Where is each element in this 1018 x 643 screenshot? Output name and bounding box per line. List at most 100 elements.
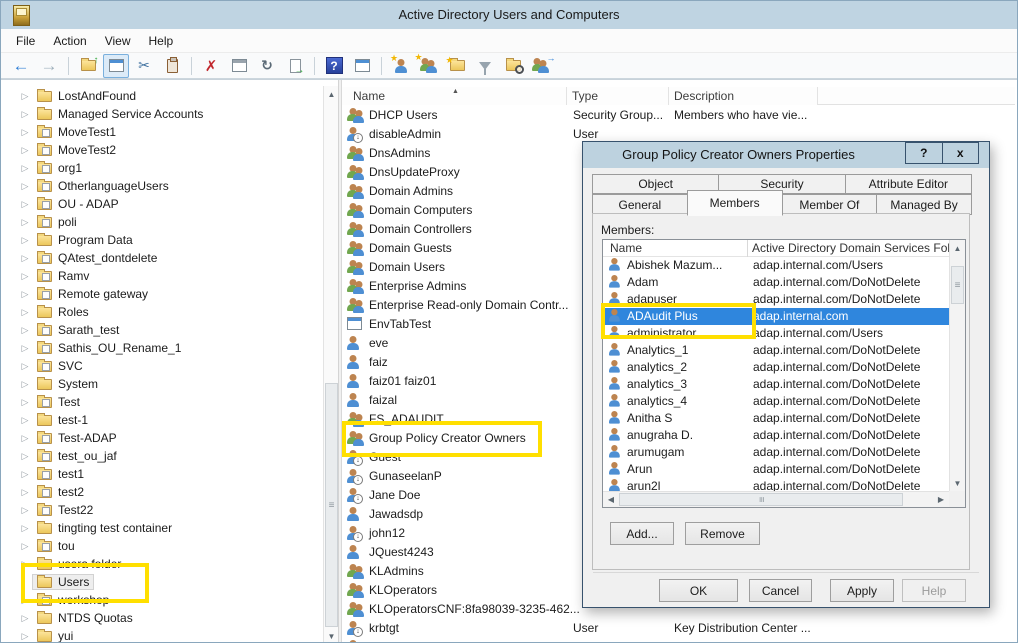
tree-item-test-1[interactable]: ▷test-1 (3, 411, 321, 429)
expander-icon[interactable]: ▷ (18, 631, 32, 642)
up-one-level-icon[interactable]: ↑ (75, 54, 101, 78)
expander-icon[interactable]: ▷ (18, 469, 32, 480)
tree-item-org1[interactable]: ▷org1 (3, 159, 321, 177)
tree-item-otherlanguageusers[interactable]: ▷OtherlanguageUsers (3, 177, 321, 195)
members-vertical-scrollbar[interactable]: ▲ ≡ ▼ (949, 240, 965, 491)
expander-icon[interactable]: ▷ (18, 181, 32, 192)
tree-item-usera-folder[interactable]: ▷usera folder (3, 555, 321, 573)
tab-member-of[interactable]: Member Of (782, 194, 878, 215)
cancel-button[interactable]: Cancel (749, 579, 812, 602)
expander-icon[interactable]: ▷ (18, 325, 32, 336)
tree-item-test2[interactable]: ▷test2 (3, 483, 321, 501)
member-row-analytics-1[interactable]: Analytics_1adap.internal.com/DoNotDelete (603, 342, 949, 359)
expander-icon[interactable]: ▷ (18, 397, 32, 408)
filter-icon[interactable] (472, 54, 498, 78)
tab-attribute-editor[interactable]: Attribute Editor (845, 174, 972, 194)
scrollbar-thumb[interactable]: ≡ (325, 383, 338, 627)
member-row-adaudit-plus[interactable]: ADAudit Plusadap.internal.com (603, 308, 949, 325)
new-user-icon[interactable]: ★ (388, 54, 414, 78)
tree-item-test[interactable]: ▷Test (3, 393, 321, 411)
expander-icon[interactable]: ▷ (18, 487, 32, 498)
scroll-down-icon[interactable]: ▼ (950, 475, 965, 491)
refresh-icon[interactable]: ↻ (254, 54, 280, 78)
tree-item-managed-service-accounts[interactable]: ▷Managed Service Accounts (3, 105, 321, 123)
forward-icon[interactable]: → (36, 54, 62, 78)
column-header-description[interactable]: Description (669, 87, 818, 105)
member-row-analytics-4[interactable]: analytics_4adap.internal.com/DoNotDelete (603, 393, 949, 410)
new-group-icon[interactable]: ★ (416, 54, 442, 78)
expander-icon[interactable]: ▷ (18, 217, 32, 228)
expander-icon[interactable]: ▷ (18, 109, 32, 120)
member-row-arun[interactable]: Arunadap.internal.com/DoNotDelete (603, 461, 949, 478)
expander-icon[interactable]: ▷ (18, 613, 32, 624)
member-row-adam[interactable]: Adamadap.internal.com/DoNotDelete (603, 274, 949, 291)
help-icon[interactable]: ? (321, 54, 347, 78)
expander-icon[interactable]: ▷ (18, 505, 32, 516)
tree-item-qatest-dontdelete[interactable]: ▷QAtest_dontdelete (3, 249, 321, 267)
expander-icon[interactable]: ▷ (18, 145, 32, 156)
tree-item-sathis-ou-rename-1[interactable]: ▷Sathis_OU_Rename_1 (3, 339, 321, 357)
ok-button[interactable]: OK (659, 579, 738, 602)
tree-item-movetest1[interactable]: ▷MoveTest1 (3, 123, 321, 141)
new-ou-icon[interactable]: ★ (444, 54, 470, 78)
member-row-arumugam[interactable]: arumugamadap.internal.com/DoNotDelete (603, 444, 949, 461)
member-row-analytics-3[interactable]: analytics_3adap.internal.com/DoNotDelete (603, 376, 949, 393)
tree-item-yui[interactable]: ▷yui (3, 627, 321, 642)
tree-item-tingting-test-container[interactable]: ▷tingting test container (3, 519, 321, 537)
member-row-administrator[interactable]: administratoradap.internal.com/Users (603, 325, 949, 342)
member-row-arun2l[interactable]: arun2ladap.internal.com/DoNotDelete (603, 478, 949, 491)
expander-icon[interactable]: ▷ (18, 343, 32, 354)
members-column-folder[interactable]: Active Directory Domain Services Folder (748, 240, 949, 257)
tree-item-system[interactable]: ▷System (3, 375, 321, 393)
apply-button[interactable]: Apply (830, 579, 894, 602)
tab-members[interactable]: Members (687, 190, 783, 216)
properties-icon[interactable] (226, 54, 252, 78)
member-row-adapuser[interactable]: adapuseradap.internal.com/DoNotDelete (603, 291, 949, 308)
dialog-help-button[interactable]: ? (906, 143, 942, 163)
expander-icon[interactable]: ▷ (18, 199, 32, 210)
tree-item-test1[interactable]: ▷test1 (3, 465, 321, 483)
dialog-close-button[interactable]: x (942, 143, 979, 163)
expander-icon[interactable]: ▷ (18, 559, 32, 570)
expander-icon[interactable]: ▷ (18, 415, 32, 426)
delete-icon[interactable]: ✗ (198, 54, 224, 78)
tree-item-test-ou-jaf[interactable]: ▷test_ou_jaf (3, 447, 321, 465)
scroll-up-icon[interactable]: ▲ (950, 240, 965, 256)
tree-item-ramv[interactable]: ▷Ramv (3, 267, 321, 285)
export-list-icon[interactable]: → (282, 54, 308, 78)
tree-item-test-adap[interactable]: ▷Test-ADAP (3, 429, 321, 447)
paste-icon[interactable] (159, 54, 185, 78)
expander-icon[interactable]: ▷ (18, 271, 32, 282)
member-row-abishek-mazum[interactable]: Abishek Mazum...adap.internal.com/Users (603, 257, 949, 274)
scroll-left-icon[interactable]: ◀ (603, 492, 619, 507)
tree-item-remote-gateway[interactable]: ▷Remote gateway (3, 285, 321, 303)
list-row-dhcp-users[interactable]: DHCP UsersSecurity Group...Members who h… (342, 106, 1015, 125)
tree-item-svc[interactable]: ▷SVC (3, 357, 321, 375)
tree-item-lostandfound[interactable]: ▷LostAndFound (3, 87, 321, 105)
member-row-anitha-s[interactable]: Anitha Sadap.internal.com/DoNotDelete (603, 410, 949, 427)
tree-item-workshop[interactable]: ▷workshop (3, 591, 321, 609)
scroll-up-icon[interactable]: ▲ (324, 86, 339, 102)
member-row-analytics-2[interactable]: analytics_2adap.internal.com/DoNotDelete (603, 359, 949, 376)
expander-icon[interactable]: ▷ (18, 541, 32, 552)
scrollbar-thumb[interactable]: ≡ (951, 266, 964, 304)
expander-icon[interactable]: ▷ (18, 379, 32, 390)
members-horizontal-scrollbar[interactable]: ◀ ≡ ▶ (603, 491, 949, 507)
delegate-icon[interactable]: → (528, 54, 554, 78)
cut-icon[interactable]: ✂ (131, 54, 157, 78)
tree-item-test22[interactable]: ▷Test22 (3, 501, 321, 519)
tree-item-sarath-test[interactable]: ▷Sarath_test (3, 321, 321, 339)
find-icon[interactable] (500, 54, 526, 78)
expander-icon[interactable]: ▷ (18, 289, 32, 300)
tree-item-ou-adap[interactable]: ▷OU - ADAP (3, 195, 321, 213)
expander-icon[interactable]: ▷ (18, 451, 32, 462)
member-row-anugraha-d[interactable]: anugraha D.adap.internal.com/DoNotDelete (603, 427, 949, 444)
back-icon[interactable]: ← (8, 54, 34, 78)
expander-icon[interactable]: ▷ (18, 433, 32, 444)
scroll-down-icon[interactable]: ▼ (324, 628, 339, 642)
expander-icon[interactable]: ▷ (18, 361, 32, 372)
expander-icon[interactable]: ▷ (18, 307, 32, 318)
expander-icon[interactable]: ▷ (18, 235, 32, 246)
members-column-name[interactable]: Name (603, 240, 748, 257)
list-row-krbtgt[interactable]: ↓krbtgtUserKey Distribution Center ... (342, 619, 1015, 638)
